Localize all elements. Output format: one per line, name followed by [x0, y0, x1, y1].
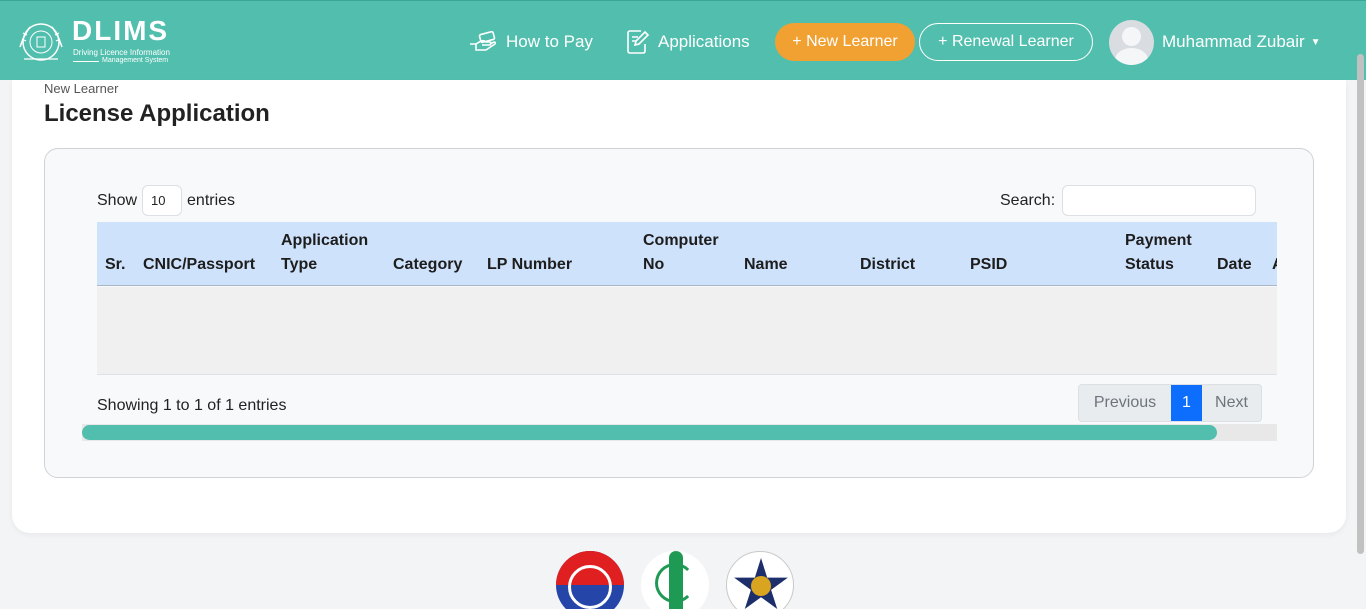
nav-applications-label: Applications [658, 32, 750, 51]
renewal-learner-button[interactable]: + Renewal Learner [919, 23, 1093, 61]
page-title: License Application [44, 100, 270, 127]
column-header-application-type-line1[interactable]: Application [281, 229, 368, 253]
page-1-button[interactable]: 1 [1171, 385, 1202, 421]
hand-money-icon [470, 31, 497, 51]
search-label: Search: [1000, 191, 1056, 209]
column-header-lp-number[interactable]: LP Number [487, 253, 572, 277]
avatar-body [1115, 47, 1148, 65]
column-header-psid[interactable]: PSID [970, 253, 1007, 277]
nav-applications[interactable]: Applications [626, 30, 750, 54]
column-header-computer-no-line2[interactable]: No [643, 253, 664, 277]
column-header-sr[interactable]: Sr. [105, 253, 125, 277]
show-label: Show [97, 191, 138, 209]
avatar-head [1122, 26, 1141, 46]
column-header-payment-status-line1[interactable]: Payment [1125, 229, 1192, 253]
breadcrumb: New Learner [44, 81, 119, 96]
police-logo-ring [568, 565, 612, 609]
column-header-cnic[interactable]: CNIC/Passport [143, 253, 255, 277]
show-entries: Show 10 entries [97, 185, 235, 216]
safe-city-logo [641, 551, 709, 609]
brand-divider [73, 61, 99, 62]
search-input[interactable] [1062, 185, 1257, 216]
nav-how-to-pay-label: How to Pay [506, 32, 593, 51]
document-edit-icon [627, 30, 650, 54]
previous-page-button[interactable]: Previous [1079, 385, 1171, 421]
column-header-date[interactable]: Date [1217, 253, 1252, 277]
punjab-police-logo [556, 551, 624, 609]
traffic-police-logo [726, 551, 794, 609]
column-header-action[interactable]: A [1272, 253, 1277, 277]
page-scrollbar[interactable] [1357, 54, 1364, 554]
column-header-computer-no-line1[interactable]: Computer [643, 229, 719, 253]
table-search: Search: [1000, 185, 1257, 216]
traffic-police-logo-core [751, 576, 771, 596]
table-body [97, 287, 1277, 375]
dlims-emblem-icon [19, 23, 63, 61]
entries-label: entries [187, 191, 236, 209]
top-navbar: DLIMS Driving Licence Information Manage… [0, 0, 1366, 80]
nav-how-to-pay[interactable]: How to Pay [468, 30, 593, 54]
avatar [1109, 19, 1154, 65]
safe-city-logo-tower [669, 551, 683, 609]
brand-subtitle: Driving Licence Information [73, 48, 170, 57]
pagination: Previous 1 Next [1078, 384, 1262, 422]
table-header: Sr. CNIC/Passport Application Type Categ… [97, 222, 1277, 286]
brand-title: DLIMS [72, 15, 170, 46]
column-header-application-type-line2[interactable]: Type [281, 253, 317, 277]
column-header-payment-status-line2[interactable]: Status [1125, 253, 1174, 277]
new-learner-button[interactable]: + New Learner [775, 23, 915, 61]
table-horizontal-scroll-thumb[interactable] [82, 425, 1217, 440]
table-info: Showing 1 to 1 of 1 entries [97, 397, 287, 414]
column-header-name[interactable]: Name [744, 253, 788, 277]
user-name: Muhammad Zubair [1162, 32, 1305, 51]
brand-logo[interactable]: DLIMS Driving Licence Information Manage… [14, 15, 184, 69]
entries-select[interactable]: 10 [142, 185, 183, 216]
column-header-district[interactable]: District [860, 253, 915, 277]
column-header-category[interactable]: Category [393, 253, 462, 277]
next-page-button[interactable]: Next [1202, 385, 1261, 421]
caret-down-icon: ▼ [1310, 36, 1321, 48]
user-menu[interactable]: Muhammad Zubair ▼ [1109, 19, 1321, 65]
brand-subtitle-2: Management System [102, 57, 169, 64]
